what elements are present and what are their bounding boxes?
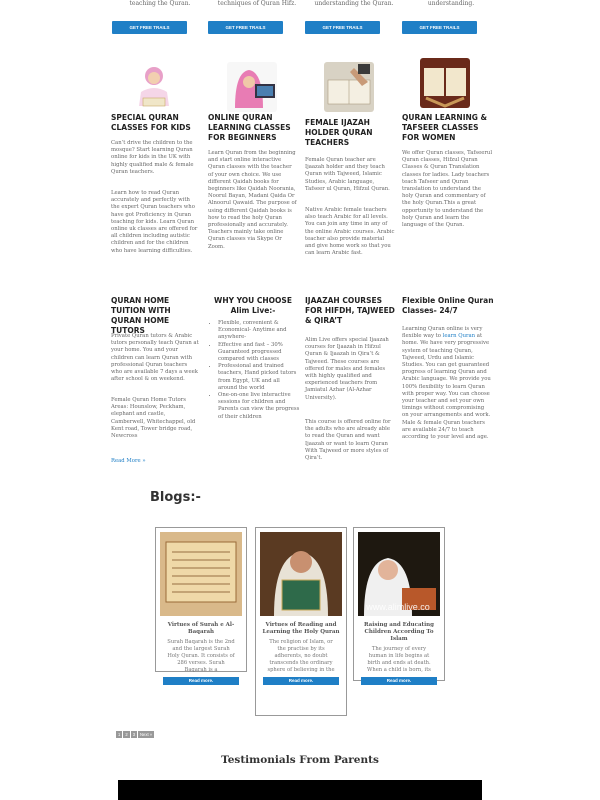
- watermark-text: www.alimlive.co: [365, 602, 430, 612]
- flexible-text-b: at home. We have very progressive system…: [402, 333, 491, 441]
- free-trial-button[interactable]: GET FREE TRAILS: [208, 21, 283, 34]
- female-teachers-paragraph-2: Native Arabic female teachers also teach…: [305, 207, 395, 257]
- read-more-button[interactable]: Read more.: [263, 677, 339, 685]
- top-snippet: teaching the Quran.: [129, 0, 191, 7]
- section-title-beginners: ONLINE QURAN LEARNING CLASSES FOR BEGINN…: [208, 113, 291, 142]
- hands-reading-quran-image: [324, 62, 374, 112]
- kids-paragraph-2: Learn how to read Quran accurately and p…: [111, 190, 198, 254]
- ijaazah-paragraph-1: Alim Live offers special Ijaazah courses…: [305, 337, 389, 401]
- home-tuition-paragraph-1: Private Quran tutors & Arabic tutors per…: [111, 333, 199, 383]
- list-item: Effective and fast – 30% Guaranteed prog…: [218, 342, 300, 364]
- blog-card[interactable]: Virtues of Surah e Al-Baqarah Surah Baqa…: [155, 527, 247, 685]
- read-more-text[interactable]: Read More »: [111, 458, 146, 464]
- why-choose-list: Flexible, convenient & Economical- Anyti…: [208, 320, 300, 421]
- next-page-button[interactable]: Next »: [138, 731, 155, 738]
- learn-quran-link[interactable]: learn Quran: [443, 333, 475, 339]
- ijaazah-paragraph-2: This course is offered online for the ad…: [305, 419, 391, 462]
- blog-excerpt: The journey of every human in life begin…: [367, 646, 431, 673]
- read-more-link[interactable]: Read More »: [111, 458, 146, 465]
- section-title-tafseer: QURAN LEARNING & TAFSEER CLASSES FOR WOM…: [402, 113, 488, 142]
- blog-thumbnail: [160, 532, 242, 616]
- free-trial-button[interactable]: GET FREE TRAILS: [112, 21, 187, 34]
- kids-paragraph-1: Can’t drive the children to the mosque? …: [111, 140, 194, 175]
- blog-excerpt: The religion of Islam, or the practise b…: [267, 639, 335, 673]
- section-title-kids: SPECIAL QURAN CLASSES FOR KIDS: [111, 113, 191, 132]
- blog-title[interactable]: Raising and Educating Children According…: [357, 622, 441, 643]
- blogs-heading: Blogs:-: [150, 490, 201, 505]
- female-teachers-paragraph-1: Female Quran teacher are Ijaazah holder …: [305, 157, 390, 192]
- section-title-home-tuition: QURAN HOME TUITION WITH QURAN HOME TUTOR…: [111, 296, 171, 335]
- quran-on-stand-image: [420, 58, 470, 108]
- section-title-why-choose: WHY YOU CHOOSE Alim Live:-: [214, 296, 292, 315]
- top-snippet: techniques of Quran Hifz.: [217, 0, 297, 7]
- read-more-button[interactable]: Read more.: [163, 677, 239, 685]
- pagination: 1 2 3 Next »: [116, 731, 155, 738]
- flexible-paragraph: Learning Quran online is very flexible w…: [402, 326, 492, 441]
- blog-excerpt: Surah Baqarah is the 2nd and the largest…: [167, 639, 235, 673]
- free-trial-button[interactable]: GET FREE TRAILS: [402, 21, 477, 34]
- tafseer-paragraph: We offer Quran classes, Tafseerul Quran …: [402, 150, 493, 229]
- page-2-button[interactable]: 2: [123, 731, 130, 738]
- blog-card[interactable]: www.alimlive.co Raising and Educating Ch…: [353, 527, 445, 685]
- top-snippet: understanding the Quran.: [314, 0, 394, 7]
- girl-with-laptop-image: [227, 62, 277, 112]
- section-title-ijaazah: IJAAZAH COURSES FOR HIFDH, TAJWEED & QIR…: [305, 296, 395, 325]
- blog-title[interactable]: Virtues of Surah e Al-Baqarah: [159, 622, 243, 636]
- testimonial-video-frame[interactable]: [118, 780, 482, 800]
- kid-reading-quran-image: [129, 62, 179, 112]
- read-more-button[interactable]: Read more.: [361, 677, 437, 685]
- free-trial-button[interactable]: GET FREE TRAILS: [305, 21, 380, 34]
- blog-thumbnail: [260, 532, 342, 616]
- list-item: Professional and trained teachers, Hand …: [218, 363, 300, 392]
- beginners-paragraph: Learn Quran from the beginning and start…: [208, 150, 297, 250]
- section-title-female-teachers: FEMALE IJAZAH HOLDER QURAN TEACHERS: [305, 118, 373, 147]
- top-snippet: understanding.: [427, 0, 475, 7]
- page-1-button[interactable]: 1: [116, 731, 123, 738]
- testimonials-heading: Testimonials From Parents: [221, 754, 379, 766]
- blog-card[interactable]: Virtues of Reading and Learning the Holy…: [255, 527, 347, 716]
- blog-thumbnail: www.alimlive.co: [358, 532, 440, 616]
- list-item: One-on-one live interactive sessions for…: [218, 392, 300, 421]
- blog-title[interactable]: Virtues of Reading and Learning the Holy…: [259, 622, 343, 636]
- list-item: Flexible, convenient & Economical- Anyti…: [218, 320, 300, 342]
- section-title-flexible: Flexible Online Quran Classes- 24/7: [402, 296, 494, 315]
- page-3-button[interactable]: 3: [130, 731, 138, 738]
- home-tuition-paragraph-2: Female Quran Home Tutors Areas: Hounslow…: [111, 397, 196, 440]
